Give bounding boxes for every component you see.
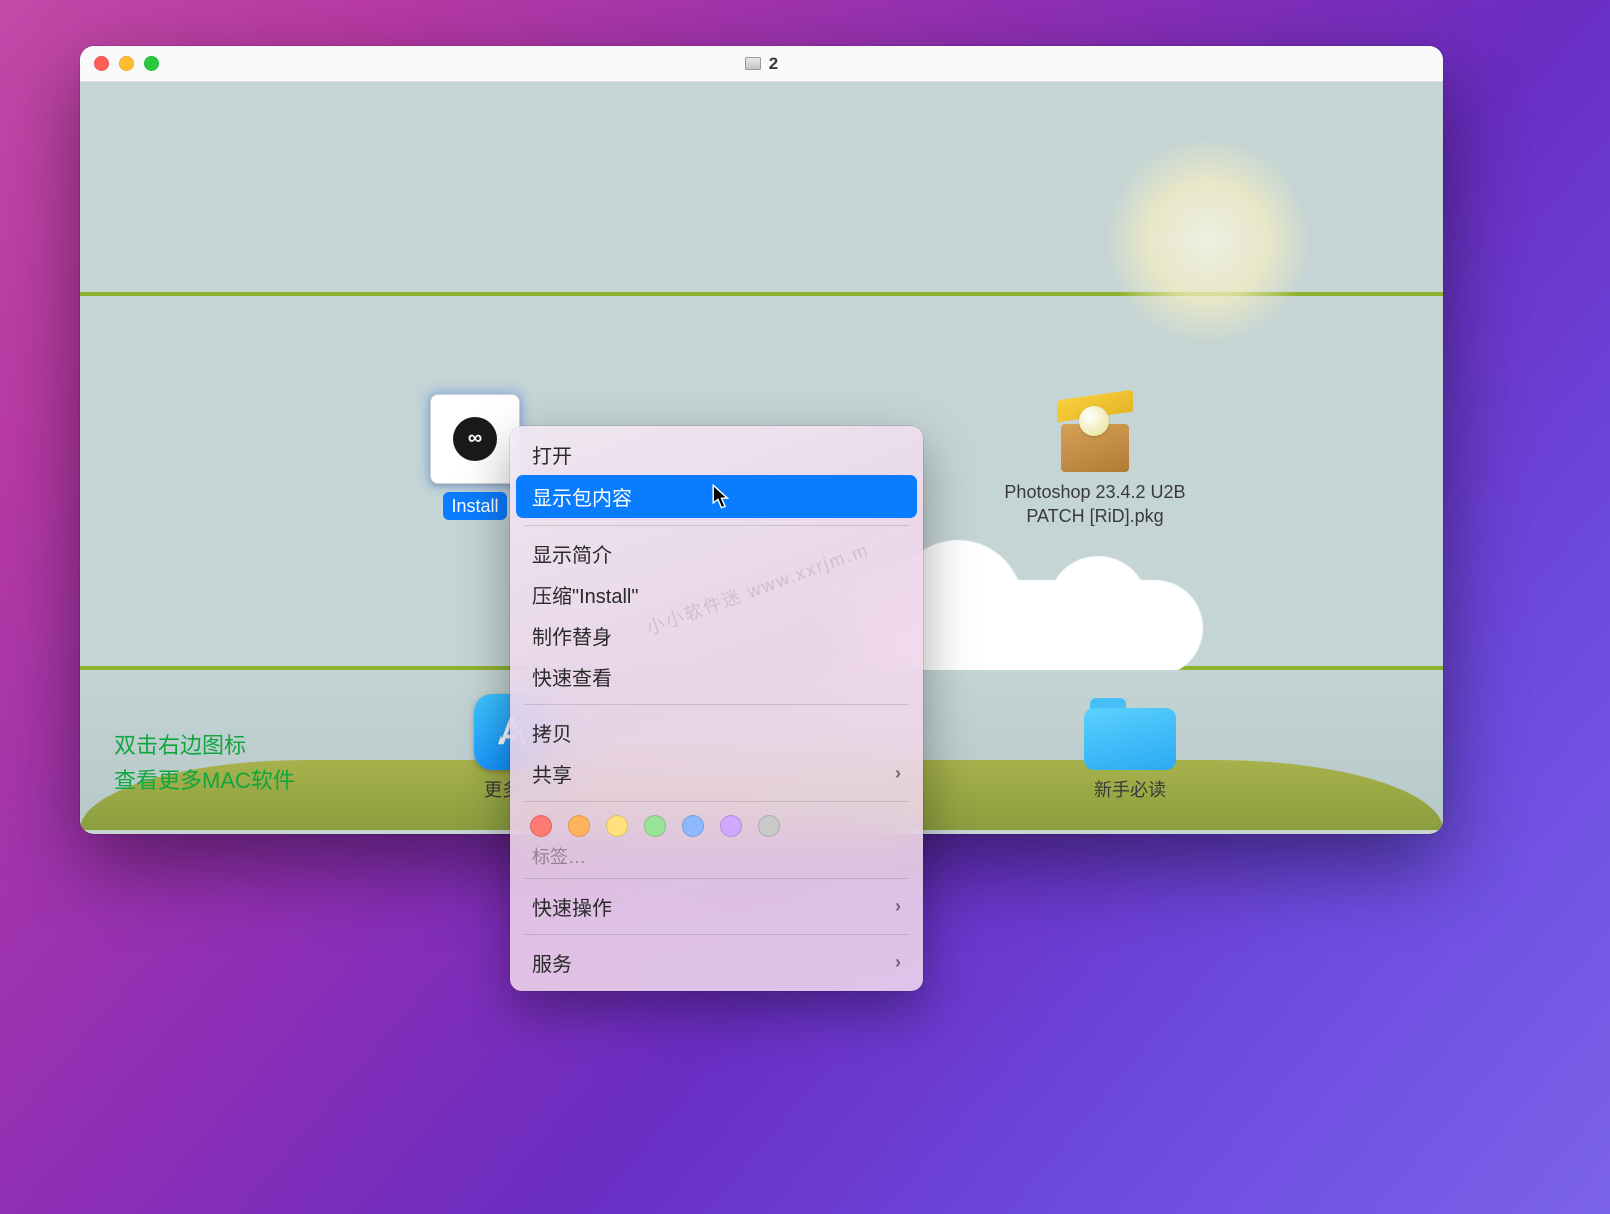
chevron-right-icon: › [895,896,901,917]
file-install-label: Install [451,496,498,516]
chevron-right-icon: › [895,952,901,973]
window-title: 2 [80,54,1443,74]
menu-separator [524,801,909,802]
disk-icon [745,57,761,70]
tag-orange[interactable] [568,815,590,837]
file-patch-label-2: PATCH [RiD].pkg [950,504,1240,528]
menu-tags-label[interactable]: 标签… [510,839,923,871]
menu-quick-look[interactable]: 快速查看 [510,656,923,697]
menu-services[interactable]: 服务› [510,942,923,983]
file-patch[interactable]: Photoshop 23.4.2 U2B PATCH [RiD].pkg [950,390,1240,529]
menu-copy[interactable]: 拷贝 [510,712,923,753]
tag-green[interactable] [644,815,666,837]
context-menu: 打开 显示包内容 显示简介 压缩"Install" 制作替身 快速查看 拷贝 共… [510,426,923,991]
maximize-button[interactable] [144,56,159,71]
file-patch-label-1: Photoshop 23.4.2 U2B [950,480,1240,504]
titlebar: 2 [80,46,1443,82]
folder-icon [1084,698,1176,770]
chevron-right-icon: › [895,763,901,784]
creative-cloud-icon: ∞ [453,417,497,461]
tag-purple[interactable] [720,815,742,837]
traffic-lights [94,56,159,71]
tag-color-row [510,809,923,839]
tag-red[interactable] [530,815,552,837]
tag-yellow[interactable] [606,815,628,837]
menu-open[interactable]: 打开 [510,434,923,475]
menu-make-alias[interactable]: 制作替身 [510,615,923,656]
menu-compress[interactable]: 压缩"Install" [510,574,923,615]
minimize-button[interactable] [119,56,134,71]
menu-separator [524,934,909,935]
package-icon [1051,390,1139,472]
menu-separator [524,525,909,526]
menu-separator [524,704,909,705]
hint-line-1: 双击右边图标 [114,728,295,763]
window-title-text: 2 [769,54,778,74]
close-button[interactable] [94,56,109,71]
hint-line-2: 查看更多MAC软件 [114,763,295,798]
menu-separator [524,878,909,879]
app-icon: ∞ [430,394,520,484]
hint-text: 双击右边图标 查看更多MAC软件 [114,728,295,798]
menu-show-package-contents[interactable]: 显示包内容 [516,475,917,518]
menu-get-info[interactable]: 显示简介 [510,533,923,574]
file-readme-label: 新手必读 [1040,778,1220,802]
file-readme[interactable]: 新手必读 [1040,698,1220,802]
sun-graphic [1103,136,1313,346]
menu-quick-actions[interactable]: 快速操作› [510,886,923,927]
menu-share[interactable]: 共享› [510,753,923,794]
tag-blue[interactable] [682,815,704,837]
tag-gray[interactable] [758,815,780,837]
